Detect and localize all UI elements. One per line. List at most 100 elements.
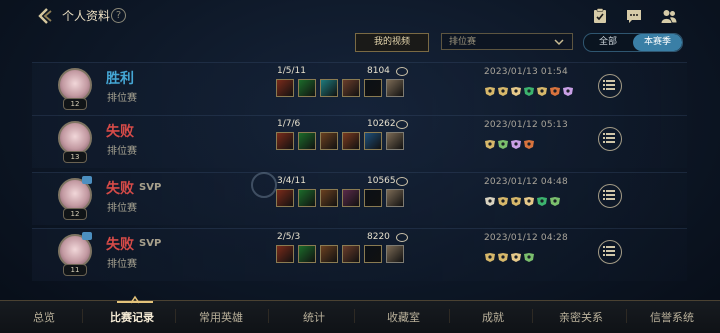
- tab-relationships[interactable]: 亲密关系: [559, 309, 603, 325]
- achievement-badge-icon: [510, 192, 522, 206]
- item-slot: [298, 79, 316, 97]
- match-score: 10565: [367, 176, 396, 186]
- tab-statistics[interactable]: 统计: [303, 309, 325, 325]
- party-icon: [82, 232, 92, 240]
- tab-overview[interactable]: 总览: [33, 309, 55, 325]
- tab-honor[interactable]: 信誉系统: [650, 309, 694, 325]
- chevron-down-icon: [554, 39, 564, 46]
- achievement-badge-icon: [497, 248, 509, 262]
- achievement-badge-icon: [523, 135, 535, 149]
- achievement-badge-icon: [536, 192, 548, 206]
- item-slot: [298, 189, 316, 207]
- list-menu-icon: [603, 80, 615, 90]
- match-row[interactable]: 12 胜利 排位赛 1/5/11 8104 2023/01/13 01:54: [32, 62, 687, 115]
- match-mode: 排位赛: [107, 203, 137, 214]
- kda: 1/7/6: [277, 119, 301, 129]
- mvp-label: SVP: [139, 182, 162, 193]
- item-slot: [320, 245, 338, 263]
- match-row[interactable]: 12 失败 SVP 排位赛 3/4/11 10565 2023/01/12 04…: [32, 172, 687, 225]
- match-result: 失败: [106, 237, 134, 253]
- my-videos-button[interactable]: 我的视频: [355, 33, 429, 52]
- match-result: 胜利: [106, 71, 134, 87]
- item-slot: [298, 245, 316, 263]
- achievement-badge-icon: [549, 192, 561, 206]
- achievement-badge-icon: [510, 248, 522, 262]
- match-date: 2023/01/12 04:48: [484, 177, 568, 187]
- achievement-badge-icon: [497, 192, 509, 206]
- match-date: 2023/01/12 04:28: [484, 233, 568, 243]
- segment-this-season[interactable]: 本赛季: [633, 34, 682, 51]
- achievement-badge-icon: [523, 192, 535, 206]
- page-title: 个人资料: [62, 9, 111, 23]
- match-row[interactable]: 13 失败 排位赛 1/7/6 10262 2023/01/12 05:13: [32, 115, 687, 168]
- tab-champions[interactable]: 常用英雄: [199, 309, 243, 325]
- back-button[interactable]: [36, 6, 54, 26]
- item-slot: [342, 245, 360, 263]
- achievement-badge-icon: [523, 248, 535, 262]
- achievement-badge-icon: [510, 135, 522, 149]
- item-slot: [320, 79, 338, 97]
- achievement-badge-icon: [484, 248, 496, 262]
- match-mode: 排位赛: [107, 146, 137, 157]
- item-slot: [298, 132, 316, 150]
- level-badge: 13: [63, 151, 87, 163]
- trinket-slot: [386, 189, 404, 207]
- tab-achievements[interactable]: 成就: [482, 309, 504, 325]
- achievement-badge-icon: [562, 82, 574, 96]
- achievement-badge-icon: [549, 82, 561, 96]
- tab-collection[interactable]: 收藏室: [387, 309, 420, 325]
- level-badge: 12: [63, 208, 87, 220]
- trinket-slot: [386, 245, 404, 263]
- achievement-badge-icon: [523, 82, 535, 96]
- match-mode: 排位赛: [107, 93, 137, 104]
- achievement-badge-icon: [484, 82, 496, 96]
- item-slot: [320, 132, 338, 150]
- item-slot: [276, 132, 294, 150]
- coin-icon: [396, 67, 408, 76]
- match-menu-button[interactable]: [598, 127, 622, 151]
- trinket-slot: [386, 79, 404, 97]
- item-slot: [276, 189, 294, 207]
- match-result: 失败: [106, 181, 134, 197]
- active-tab-caret-icon: [130, 295, 140, 304]
- item-slot: [276, 245, 294, 263]
- avatar: [58, 68, 92, 102]
- item-slot: [342, 189, 360, 207]
- achievement-badge-icon: [484, 192, 496, 206]
- season-toggle[interactable]: 全部 本赛季: [583, 33, 683, 52]
- avatar: [58, 121, 92, 155]
- friends-icon[interactable]: [661, 8, 677, 24]
- game-mode-select-value: 排位赛: [449, 37, 477, 47]
- level-badge: 11: [63, 264, 87, 276]
- bottom-nav: 总览 比赛记录 常用英雄 统计 收藏室 成就 亲密关系 信誉系统: [0, 295, 720, 333]
- chat-bubble-icon[interactable]: [626, 8, 642, 24]
- match-menu-button[interactable]: [598, 240, 622, 264]
- item-slot: [320, 189, 338, 207]
- match-mode: 排位赛: [107, 259, 137, 270]
- achievement-badge-icon: [497, 82, 509, 96]
- achievement-badge-icon: [484, 135, 496, 149]
- match-row[interactable]: 11 失败 SVP 排位赛 2/5/3 8220 2023/01/12 04:2…: [32, 228, 687, 281]
- list-menu-icon: [603, 133, 615, 143]
- list-menu-icon: [603, 246, 615, 256]
- match-menu-button[interactable]: [598, 184, 622, 208]
- active-tab-indicator: [117, 301, 153, 303]
- party-icon: [82, 176, 92, 184]
- tab-match-history[interactable]: 比赛记录: [110, 309, 154, 325]
- achievement-badge-icon: [510, 82, 522, 96]
- kda: 3/4/11: [277, 176, 306, 186]
- kda: 1/5/11: [277, 66, 306, 76]
- match-menu-button[interactable]: [598, 74, 622, 98]
- item-slot: [342, 79, 360, 97]
- game-mode-select[interactable]: 排位赛: [441, 33, 573, 50]
- help-circle-icon[interactable]: ?: [111, 8, 126, 23]
- clipboard-check-icon[interactable]: [592, 8, 608, 24]
- item-slot: [364, 132, 382, 150]
- match-date: 2023/01/12 05:13: [484, 120, 568, 130]
- match-result: 失败: [106, 124, 134, 140]
- coin-icon: [396, 120, 408, 129]
- segment-all[interactable]: 全部: [584, 34, 632, 51]
- chevron-left-icon: [38, 8, 52, 24]
- kda: 2/5/3: [277, 232, 301, 242]
- item-slot: [364, 245, 382, 263]
